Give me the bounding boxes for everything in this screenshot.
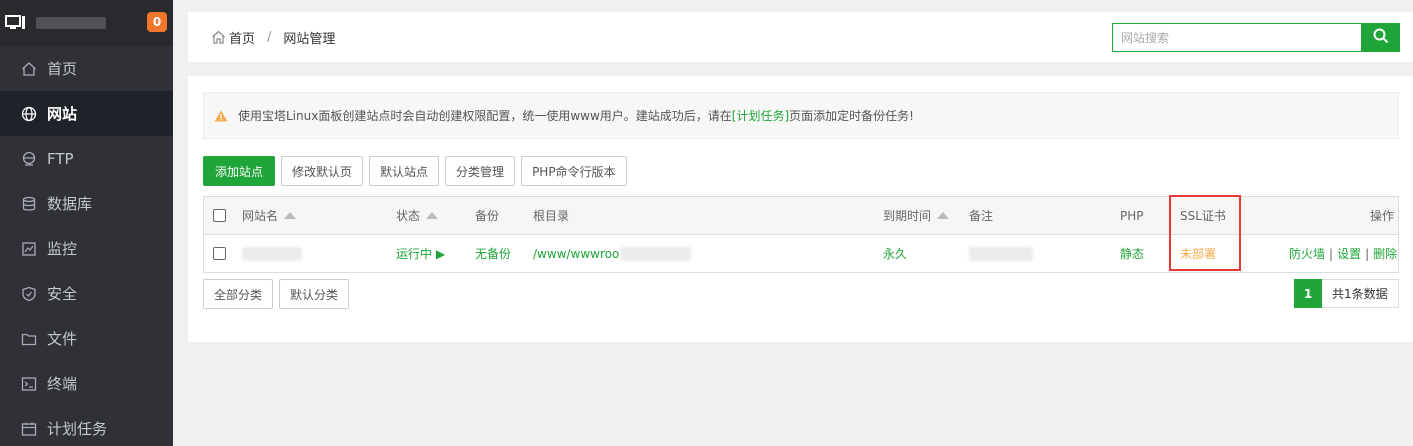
pagination: 1 共1条数据: [1294, 279, 1399, 308]
add-site-button[interactable]: 添加站点: [203, 156, 276, 186]
monitor-chart-icon: [21, 241, 37, 257]
sidebar-item-label: 计划任务: [47, 420, 108, 438]
all-categories-button[interactable]: 全部分类: [203, 279, 274, 309]
php-cli-version-button[interactable]: PHP命令行版本: [521, 156, 627, 186]
site-name-redacted[interactable]: [242, 246, 302, 261]
sidebar-item-6[interactable]: 文件: [0, 316, 173, 361]
site-backup[interactable]: 无备份: [475, 235, 511, 272]
database-icon: [21, 196, 37, 212]
sidebar-item-label: 数据库: [47, 195, 93, 213]
settings-link[interactable]: 设置: [1337, 245, 1361, 262]
sort-asc-icon: [284, 212, 297, 219]
sidebar-item-7[interactable]: 终端: [0, 361, 173, 406]
sidebar-item-label: 网站: [47, 105, 78, 123]
default-site-button[interactable]: 默认站点: [369, 156, 440, 186]
col-backup: 备份: [475, 209, 500, 223]
category-filter: 全部分类 默认分类: [203, 279, 350, 309]
toolbar: 添加站点 修改默认页 默认站点 分类管理 PHP命令行版本: [203, 156, 627, 186]
modify-default-page-button[interactable]: 修改默认页: [281, 156, 364, 186]
sort-asc-icon: [426, 212, 439, 219]
site-search: [1112, 23, 1400, 52]
folder-icon: [21, 331, 37, 347]
sidebar-item-label: 监控: [47, 240, 78, 258]
col-remark: 备注: [969, 209, 994, 223]
server-monitor-icon: [4, 13, 28, 33]
sidebar-header: 0: [0, 0, 173, 46]
sidebar-item-8[interactable]: 计划任务: [0, 406, 173, 446]
shield-icon: [21, 286, 37, 302]
main-panel: 使用宝塔Linux面板创建站点时会自动创建权限配置，统一使用www用户。建站成功…: [188, 76, 1413, 342]
sort-asc-icon: [937, 212, 950, 219]
ops-separator: |: [1329, 246, 1334, 261]
site-root-dir[interactable]: /www/wwwroo: [533, 235, 692, 272]
calendar-icon: [21, 421, 37, 437]
cron-task-link[interactable]: [计划任务]: [732, 107, 789, 124]
notification-badge[interactable]: 0: [147, 12, 167, 32]
ssl-highlight-box: [1169, 195, 1241, 271]
notice-bar: 使用宝塔Linux面板创建站点时会自动创建权限配置，统一使用www用户。建站成功…: [203, 92, 1399, 139]
breadcrumb-home[interactable]: 首页: [229, 28, 255, 47]
home-icon: [21, 61, 37, 77]
page-header: 首页 / 网站管理: [188, 12, 1413, 62]
sidebar-item-5[interactable]: 安全: [0, 271, 173, 316]
sidebar-item-label: 终端: [47, 375, 78, 393]
site-expire[interactable]: 永久: [883, 235, 907, 272]
home-icon: [211, 30, 226, 44]
col-root: 根目录: [533, 209, 570, 223]
site-ops: 防火墙 | 设置 | 删除: [1289, 235, 1397, 272]
ftp-icon: [21, 151, 37, 167]
default-category-button[interactable]: 默认分类: [279, 279, 350, 309]
col-expire[interactable]: 到期时间: [883, 197, 950, 234]
terminal-icon: [21, 376, 37, 392]
site-php[interactable]: 静态: [1120, 235, 1144, 272]
search-button[interactable]: [1361, 23, 1400, 52]
site-search-input[interactable]: [1112, 23, 1361, 52]
globe-icon: [21, 106, 37, 122]
select-all-checkbox[interactable]: [213, 209, 226, 222]
col-name[interactable]: 网站名: [242, 197, 297, 234]
sidebar-item-1[interactable]: 网站: [0, 91, 173, 136]
sidebar-item-label: FTP: [47, 149, 74, 168]
sidebar-item-4[interactable]: 监控: [0, 226, 173, 271]
row-checkbox[interactable]: [213, 247, 226, 260]
breadcrumb: 首页 / 网站管理: [211, 28, 335, 47]
sidebar-item-0[interactable]: 首页: [0, 46, 173, 91]
notice-text-after: 页面添加定时备份任务!: [789, 109, 914, 123]
sidebar-item-label: 首页: [47, 60, 78, 78]
page-total: 共1条数据: [1322, 279, 1399, 308]
site-status[interactable]: 运行中 ▶: [396, 235, 445, 272]
firewall-link[interactable]: 防火墙: [1289, 245, 1325, 262]
sidebar-item-3[interactable]: 数据库: [0, 181, 173, 226]
col-status[interactable]: 状态: [396, 197, 439, 234]
sidebar-item-label: 安全: [47, 285, 78, 303]
site-remark-redacted[interactable]: [969, 246, 1033, 261]
notice-text-before: 使用宝塔Linux面板创建站点时会自动创建权限配置，统一使用www用户。建站成功…: [238, 109, 732, 123]
col-php: PHP: [1120, 208, 1144, 223]
delete-link[interactable]: 删除: [1373, 245, 1397, 262]
col-ops: 操作: [1370, 209, 1395, 223]
search-icon: [1373, 28, 1389, 47]
sidebar-item-label: 文件: [47, 330, 78, 348]
page-current[interactable]: 1: [1294, 279, 1322, 308]
root-dir-redacted: [621, 246, 692, 261]
warning-icon: [214, 110, 228, 122]
breadcrumb-separator: /: [267, 29, 272, 45]
ops-separator: |: [1365, 246, 1370, 261]
server-name-redacted: [36, 17, 106, 29]
sidebar-item-2[interactable]: FTP: [0, 136, 173, 181]
category-manage-button[interactable]: 分类管理: [445, 156, 516, 186]
breadcrumb-current: 网站管理: [283, 31, 336, 47]
sidebar: 0 首页网站 FTP 数据库监控安全文件终端计划任务: [0, 0, 173, 446]
